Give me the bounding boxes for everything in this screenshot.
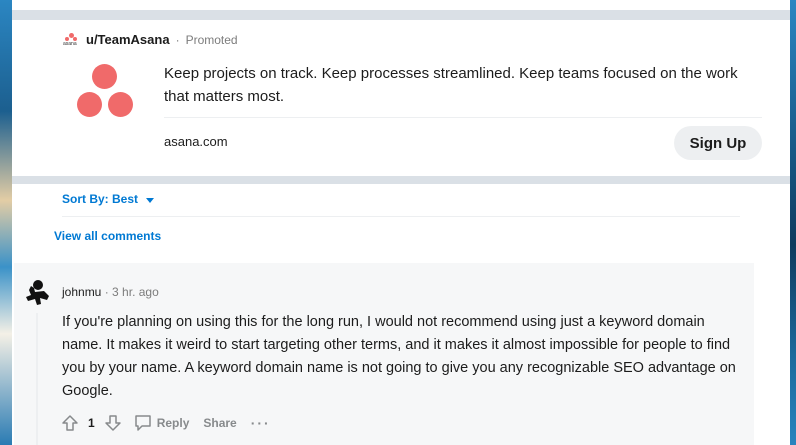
separator-dot: · [104,285,109,299]
comment-body: If you're planning on using this for the… [62,314,736,399]
reply-button[interactable]: Reply [129,411,194,435]
promoted-label: Promoted [185,32,238,47]
view-all-comments-link[interactable]: View all comments [54,229,161,243]
more-options-icon[interactable]: ··· [247,413,275,433]
post-panel-bottom-edge [12,0,790,10]
divider [164,117,762,118]
advertiser-username[interactable]: u/TeamAsana [86,32,170,47]
ad-headline[interactable]: Keep projects on track. Keep processes s… [164,62,764,108]
vote-count: 1 [88,416,95,430]
comments-section: Sort By: Best View all comments johnmu ·… [12,184,790,445]
divider [62,216,740,217]
promoted-post-header: asana u/TeamAsana · Promoted [63,32,238,47]
caret-down-icon [146,197,155,203]
sort-label: Sort By: Best [62,192,139,206]
comment-actions: 1 Reply Share ··· [60,411,275,435]
comment-bubble-icon [134,415,151,431]
downvote-icon[interactable] [103,413,123,433]
asana-logo-icon[interactable] [74,64,136,120]
comment-timestamp[interactable]: 3 hr. ago [112,285,159,299]
thread-line[interactable] [36,313,38,445]
share-button[interactable]: Share [199,414,240,432]
comment-meta: johnmu · 3 hr. ago [62,285,159,299]
ad-domain-link[interactable]: asana.com [164,134,228,149]
promoted-post[interactable]: asana u/TeamAsana · Promoted Keep projec… [12,20,790,176]
sign-up-button[interactable]: Sign Up [674,126,762,160]
asana-mini-logo-icon: asana [63,32,80,47]
avatar[interactable] [22,277,52,307]
post-page: asana u/TeamAsana · Promoted Keep projec… [12,0,790,445]
comment: johnmu · 3 hr. ago If you're planning on… [14,263,754,445]
upvote-icon[interactable] [60,413,80,433]
reply-label: Reply [156,416,190,430]
comment-author[interactable]: johnmu [62,285,101,299]
sort-dropdown[interactable]: Sort By: Best [62,192,155,206]
separator-dot: · [175,32,180,47]
